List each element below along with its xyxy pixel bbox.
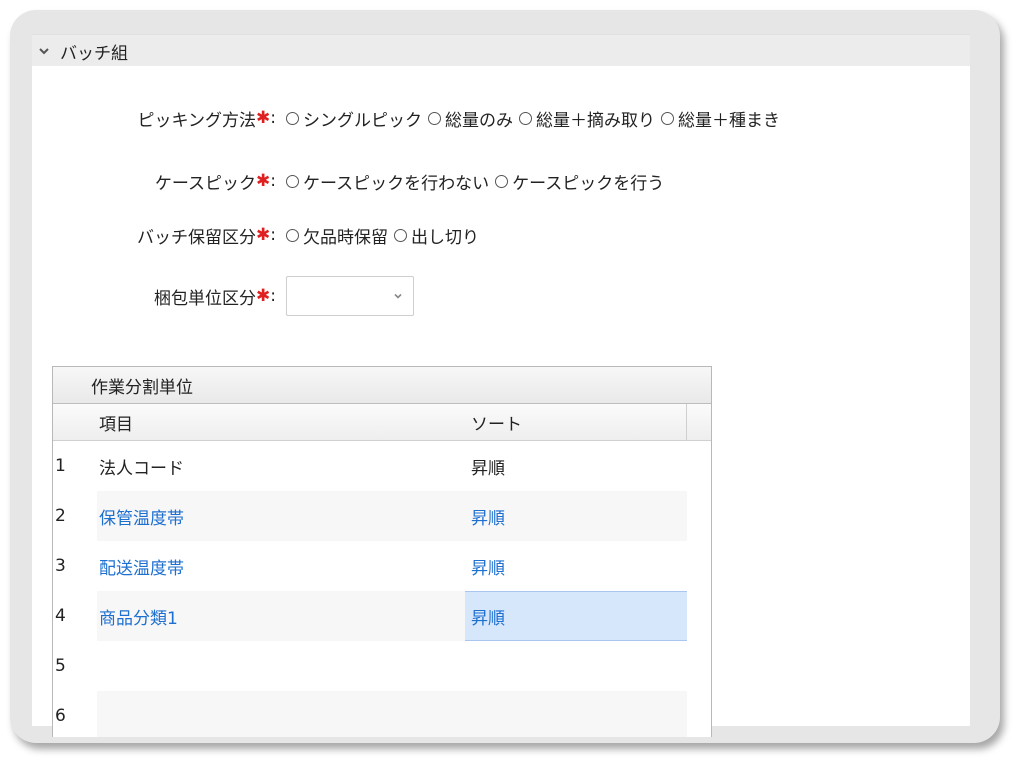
picking-method-row: ピッキング方法 ✱: シングルピック 総量のみ 総量＋摘み取り 総量＋種まき (32, 103, 786, 133)
radio-icon[interactable] (286, 111, 299, 125)
table-row[interactable]: 6 (53, 691, 711, 737)
cell-sort[interactable]: 昇順 (465, 441, 687, 491)
row-number: 4 (55, 606, 66, 626)
cell-item[interactable] (97, 691, 465, 737)
batch-hold-radio-clear[interactable]: 出し切り (394, 223, 479, 248)
table-row[interactable]: 4 商品分類1 昇順 (53, 591, 711, 641)
radio-icon[interactable] (286, 174, 299, 188)
section-header-batch[interactable]: バッチ組 (32, 34, 970, 67)
cell-sort[interactable] (465, 691, 687, 737)
packing-unit-select[interactable] (286, 276, 414, 316)
case-pick-options: ケースピックを行わない ケースピックを行う (286, 169, 670, 194)
header-sort[interactable]: ソート (465, 404, 687, 440)
case-pick-row: ケースピック ✱: ケースピックを行わない ケースピックを行う (32, 166, 670, 196)
work-split-grid: 作業分割単位 項目 ソート 1 法人コード 昇順 2 保管温度帯 昇順 3 配送… (52, 366, 712, 737)
table-row[interactable]: 2 保管温度帯 昇順 (53, 491, 711, 541)
case-pick-radio-yes[interactable]: ケースピックを行う (495, 169, 664, 194)
case-pick-label: ケースピック ✱: (154, 171, 276, 194)
batch-hold-row: バッチ保留区分 ✱: 欠品時保留 出し切り (32, 220, 485, 250)
chevron-down-icon[interactable] (393, 291, 403, 301)
section-title: バッチ組 (60, 43, 128, 64)
batch-hold-label: バッチ保留区分 ✱: (137, 225, 276, 248)
packing-unit-row: 梱包単位区分 ✱: (32, 276, 414, 316)
picking-method-options: シングルピック 総量のみ 総量＋摘み取り 総量＋種まき (286, 106, 786, 131)
required-mark: ✱ (256, 286, 271, 306)
window-frame: バッチ組 ピッキング方法 ✱: シングルピック 総量のみ 総量＋摘み取り 総量＋種… (10, 10, 1000, 743)
row-number: 5 (55, 656, 66, 676)
radio-icon[interactable] (661, 111, 674, 125)
cell-item[interactable]: 法人コード (97, 441, 465, 491)
grid-title: 作業分割単位 (53, 367, 711, 404)
row-number: 6 (55, 706, 66, 726)
row-number: 2 (55, 506, 66, 526)
picking-radio-single[interactable]: シングルピック (286, 106, 422, 131)
packing-unit-label: 梱包単位区分 ✱: (154, 286, 276, 309)
cell-sort-selected[interactable]: 昇順 (465, 591, 687, 641)
required-mark: ✱ (256, 108, 271, 128)
table-row[interactable]: 1 法人コード 昇順 (53, 441, 711, 491)
batch-panel: ピッキング方法 ✱: シングルピック 総量のみ 総量＋摘み取り 総量＋種まき ケー… (32, 66, 970, 737)
batch-hold-radio-shortage[interactable]: 欠品時保留 (286, 223, 388, 248)
radio-icon[interactable] (495, 174, 509, 188)
cell-item[interactable] (97, 641, 465, 691)
required-mark: ✱ (256, 225, 271, 245)
cell-item[interactable]: 保管温度帯 (97, 491, 465, 541)
row-number: 3 (55, 556, 66, 576)
picking-method-label: ピッキング方法 ✱: (137, 108, 276, 131)
cell-sort[interactable] (465, 641, 687, 691)
required-mark: ✱ (256, 171, 271, 191)
picking-radio-total-only[interactable]: 総量のみ (428, 106, 513, 131)
table-row[interactable]: 3 配送温度帯 昇順 (53, 541, 711, 591)
radio-icon[interactable] (394, 228, 407, 242)
case-pick-radio-no[interactable]: ケースピックを行わない (286, 169, 489, 194)
radio-icon[interactable] (519, 111, 532, 125)
table-row[interactable]: 5 (53, 641, 711, 691)
cell-item[interactable]: 配送温度帯 (97, 541, 465, 591)
cell-sort[interactable]: 昇順 (465, 491, 687, 541)
cell-item[interactable]: 商品分類1 (97, 591, 465, 641)
chevron-down-icon[interactable] (38, 45, 50, 57)
grid-header: 項目 ソート (53, 404, 711, 441)
cell-sort[interactable]: 昇順 (465, 541, 687, 591)
radio-icon[interactable] (428, 111, 441, 125)
picking-radio-total-sow[interactable]: 総量＋種まき (661, 106, 780, 131)
row-number: 1 (55, 456, 66, 476)
picking-radio-total-pick[interactable]: 総量＋摘み取り (519, 106, 655, 131)
radio-icon[interactable] (286, 228, 299, 242)
batch-hold-options: 欠品時保留 出し切り (286, 223, 485, 248)
header-item[interactable]: 項目 (97, 410, 465, 435)
